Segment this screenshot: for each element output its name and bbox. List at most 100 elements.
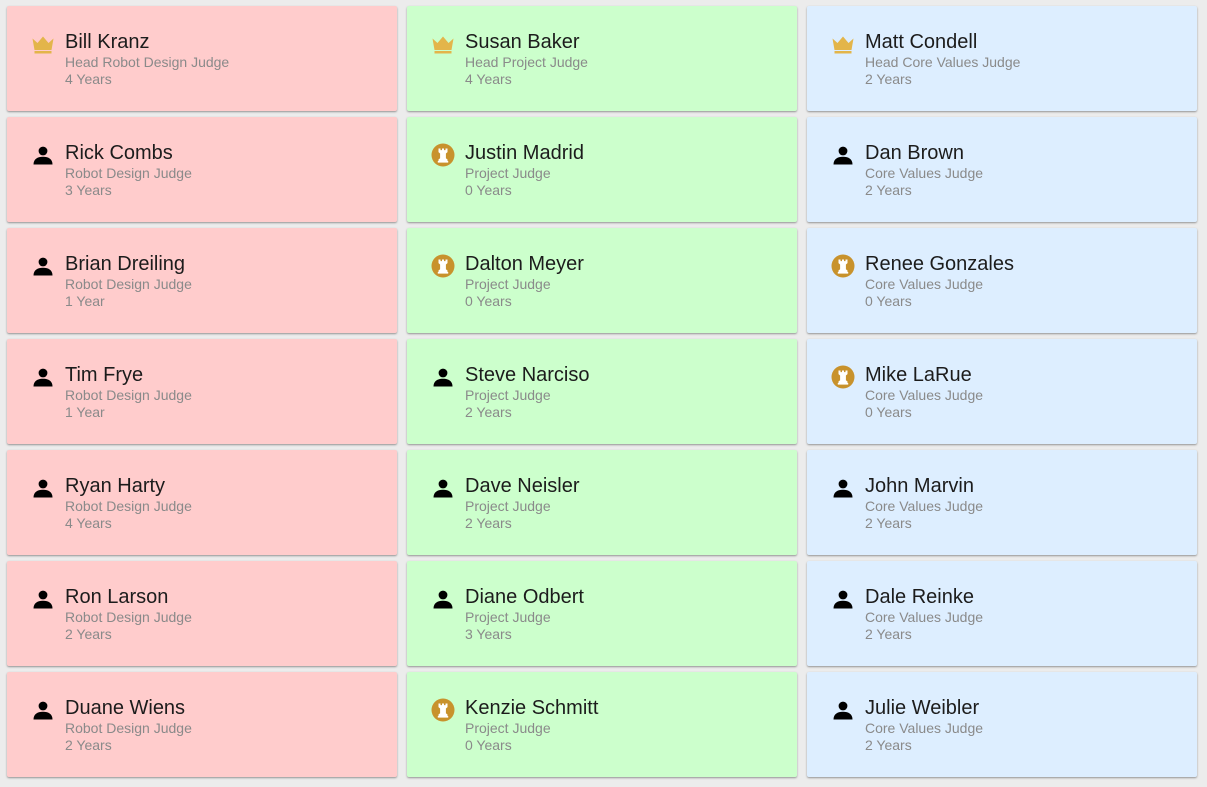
judge-card[interactable]: Mike LaRue Core Values Judge 0 Years	[807, 339, 1197, 444]
person-icon	[431, 476, 455, 500]
judge-name: Rick Combs	[65, 142, 173, 164]
person-icon	[31, 698, 55, 722]
core-values-column: Matt Condell Head Core Values Judge 2 Year…	[807, 6, 1197, 783]
judge-card[interactable]: Justin Madrid Project Judge 0 Years	[407, 117, 797, 222]
judge-role: Core Values Judge	[865, 165, 984, 181]
judge-years: 2 Years	[865, 71, 912, 87]
project-column: Susan Baker Head Project Judge 4 Years Just…	[407, 6, 797, 783]
judge-card[interactable]: Susan Baker Head Project Judge 4 Years	[407, 6, 797, 111]
judge-years: 1 Year	[65, 404, 105, 420]
rookie-chess-icon	[831, 365, 855, 389]
judge-name: Brian Dreiling	[65, 253, 186, 275]
judge-years: 1 Year	[65, 293, 105, 309]
judge-name: Dale Reinke	[865, 586, 974, 608]
judge-role: Project Judge	[465, 165, 551, 181]
person-icon	[831, 587, 855, 611]
judge-card[interactable]: Steve Narciso Project Judge 2 Years	[407, 339, 797, 444]
judge-role: Robot Design Judge	[65, 387, 192, 403]
judge-card[interactable]: Bill Kranz Head Robot Design Judge 4 Years	[7, 6, 397, 111]
judge-role: Head Robot Design Judge	[65, 54, 230, 70]
judge-years: 2 Years	[865, 737, 912, 753]
judge-years: 2 Years	[65, 737, 112, 753]
judge-role: Head Project Judge	[465, 54, 588, 70]
judge-name: Steve Narciso	[465, 364, 590, 386]
judge-card[interactable]: Tim Frye Robot Design Judge 1 Year	[7, 339, 397, 444]
judge-role: Project Judge	[465, 609, 551, 625]
judge-role: Core Values Judge	[865, 609, 984, 625]
judge-years: 2 Years	[865, 626, 912, 642]
judge-name: Dave Neisler	[465, 475, 580, 497]
judge-role: Core Values Judge	[865, 498, 984, 514]
rookie-chess-icon	[431, 143, 455, 167]
judge-card[interactable]: Diane Odbert Project Judge 3 Years	[407, 561, 797, 666]
judge-name: Justin Madrid	[465, 142, 584, 164]
person-icon	[31, 587, 55, 611]
judge-card[interactable]: John Marvin Core Values Judge 2 Years	[807, 450, 1197, 555]
judge-name: Kenzie Schmitt	[465, 697, 599, 719]
judge-role: Project Judge	[465, 387, 551, 403]
judge-role: Core Values Judge	[865, 387, 984, 403]
judge-years: 4 Years	[465, 71, 512, 87]
judge-name: Dalton Meyer	[465, 253, 584, 275]
judge-card[interactable]: Dan Brown Core Values Judge 2 Years	[807, 117, 1197, 222]
judge-years: 2 Years	[865, 515, 912, 531]
judge-years: 2 Years	[465, 404, 512, 420]
judge-years: 0 Years	[865, 404, 912, 420]
judge-role: Project Judge	[465, 276, 551, 292]
judge-card[interactable]: Dalton Meyer Project Judge 0 Years	[407, 228, 797, 333]
rookie-chess-icon	[431, 254, 455, 278]
judge-years: 0 Years	[465, 182, 512, 198]
judge-years: 4 Years	[65, 71, 112, 87]
person-icon	[831, 698, 855, 722]
judge-name: Ryan Harty	[65, 475, 166, 497]
judge-years: 0 Years	[865, 293, 912, 309]
judge-years: 0 Years	[465, 293, 512, 309]
person-icon	[31, 476, 55, 500]
judge-name: Matt Condell	[865, 31, 978, 53]
judge-role: Robot Design Judge	[65, 720, 192, 736]
judge-name: Duane Wiens	[65, 697, 186, 719]
crown-icon	[831, 32, 855, 56]
judge-years: 0 Years	[465, 737, 512, 753]
person-icon	[31, 143, 55, 167]
judge-card[interactable]: Dave Neisler Project Judge 2 Years	[407, 450, 797, 555]
person-icon	[431, 365, 455, 389]
judge-name: Mike LaRue	[865, 364, 972, 386]
crown-icon	[31, 32, 55, 56]
judge-card[interactable]: Ron Larson Robot Design Judge 2 Years	[7, 561, 397, 666]
person-icon	[831, 143, 855, 167]
rookie-chess-icon	[831, 254, 855, 278]
judge-role: Project Judge	[465, 720, 551, 736]
judge-card[interactable]: Rick Combs Robot Design Judge 3 Years	[7, 117, 397, 222]
judge-card[interactable]: Julie Weibler Core Values Judge 2 Years	[807, 672, 1197, 777]
judge-name: Ron Larson	[65, 586, 169, 608]
judge-card[interactable]: Dale Reinke Core Values Judge 2 Years	[807, 561, 1197, 666]
judge-years: 2 Years	[465, 515, 512, 531]
judge-name: Dan Brown	[865, 142, 964, 164]
judge-name: Julie Weibler	[865, 697, 980, 719]
judge-role: Robot Design Judge	[65, 276, 192, 292]
judge-years: 2 Years	[65, 626, 112, 642]
person-icon	[831, 476, 855, 500]
judge-card[interactable]: Renee Gonzales Core Values Judge 0 Years	[807, 228, 1197, 333]
judge-card[interactable]: Kenzie Schmitt Project Judge 0 Years	[407, 672, 797, 777]
judge-role: Head Core Values Judge	[865, 54, 1021, 70]
judge-name: John Marvin	[865, 475, 974, 497]
rookie-chess-icon	[431, 698, 455, 722]
judge-role: Core Values Judge	[865, 276, 984, 292]
person-icon	[431, 587, 455, 611]
judge-role: Robot Design Judge	[65, 498, 192, 514]
judge-name: Susan Baker	[465, 31, 580, 53]
judge-card[interactable]: Brian Dreiling Robot Design Judge 1 Year	[7, 228, 397, 333]
judge-card[interactable]: Matt Condell Head Core Values Judge 2 Year…	[807, 6, 1197, 111]
judge-card[interactable]: Ryan Harty Robot Design Judge 4 Years	[7, 450, 397, 555]
judge-name: Renee Gonzales	[865, 253, 1014, 275]
judge-years: 2 Years	[865, 182, 912, 198]
judge-role: Robot Design Judge	[65, 165, 192, 181]
judge-card[interactable]: Duane Wiens Robot Design Judge 2 Years	[7, 672, 397, 777]
judge-years: 4 Years	[65, 515, 112, 531]
judge-role: Project Judge	[465, 498, 551, 514]
judge-name: Diane Odbert	[465, 586, 584, 608]
judge-name: Bill Kranz	[65, 31, 150, 53]
person-icon	[31, 254, 55, 278]
